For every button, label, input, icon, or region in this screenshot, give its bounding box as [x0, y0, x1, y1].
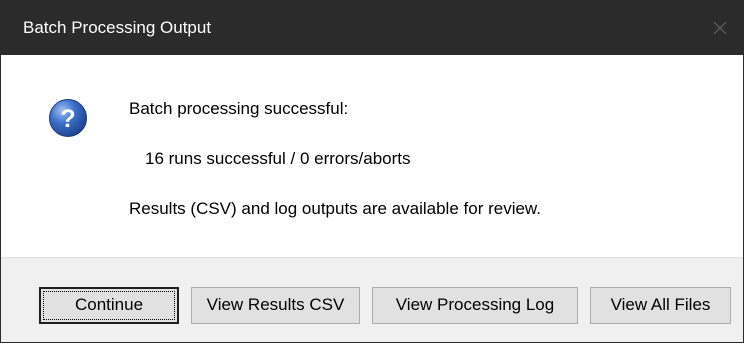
- view-processing-log-button[interactable]: View Processing Log: [372, 287, 578, 324]
- message-heading: Batch processing successful:: [129, 99, 349, 118]
- message-results-info: Results (CSV) and log outputs are availa…: [129, 199, 541, 218]
- view-results-csv-label: View Results CSV: [206, 295, 345, 314]
- view-results-csv-button[interactable]: View Results CSV: [191, 287, 360, 324]
- view-all-files-button[interactable]: View All Files: [590, 287, 731, 324]
- continue-button[interactable]: Continue: [39, 287, 179, 324]
- close-button[interactable]: [697, 1, 743, 55]
- svg-text:?: ?: [60, 105, 75, 133]
- question-icon: ?: [49, 99, 87, 137]
- view-processing-log-label: View Processing Log: [395, 295, 555, 314]
- message-run-summary: 16 runs successful / 0 errors/aborts: [145, 149, 411, 168]
- dialog-window: Batch Processing Output ? Batch processi…: [0, 0, 744, 343]
- title-bar[interactable]: Batch Processing Output: [1, 1, 743, 55]
- close-icon: [713, 21, 727, 35]
- continue-button-label: Continue: [74, 295, 144, 314]
- button-bar: Continue View Results CSV View Processin…: [1, 257, 743, 342]
- window-title: Batch Processing Output: [23, 18, 212, 37]
- view-all-files-label: View All Files: [610, 295, 711, 314]
- dialog-content: ? Batch processing successful: 16 runs s…: [1, 55, 743, 257]
